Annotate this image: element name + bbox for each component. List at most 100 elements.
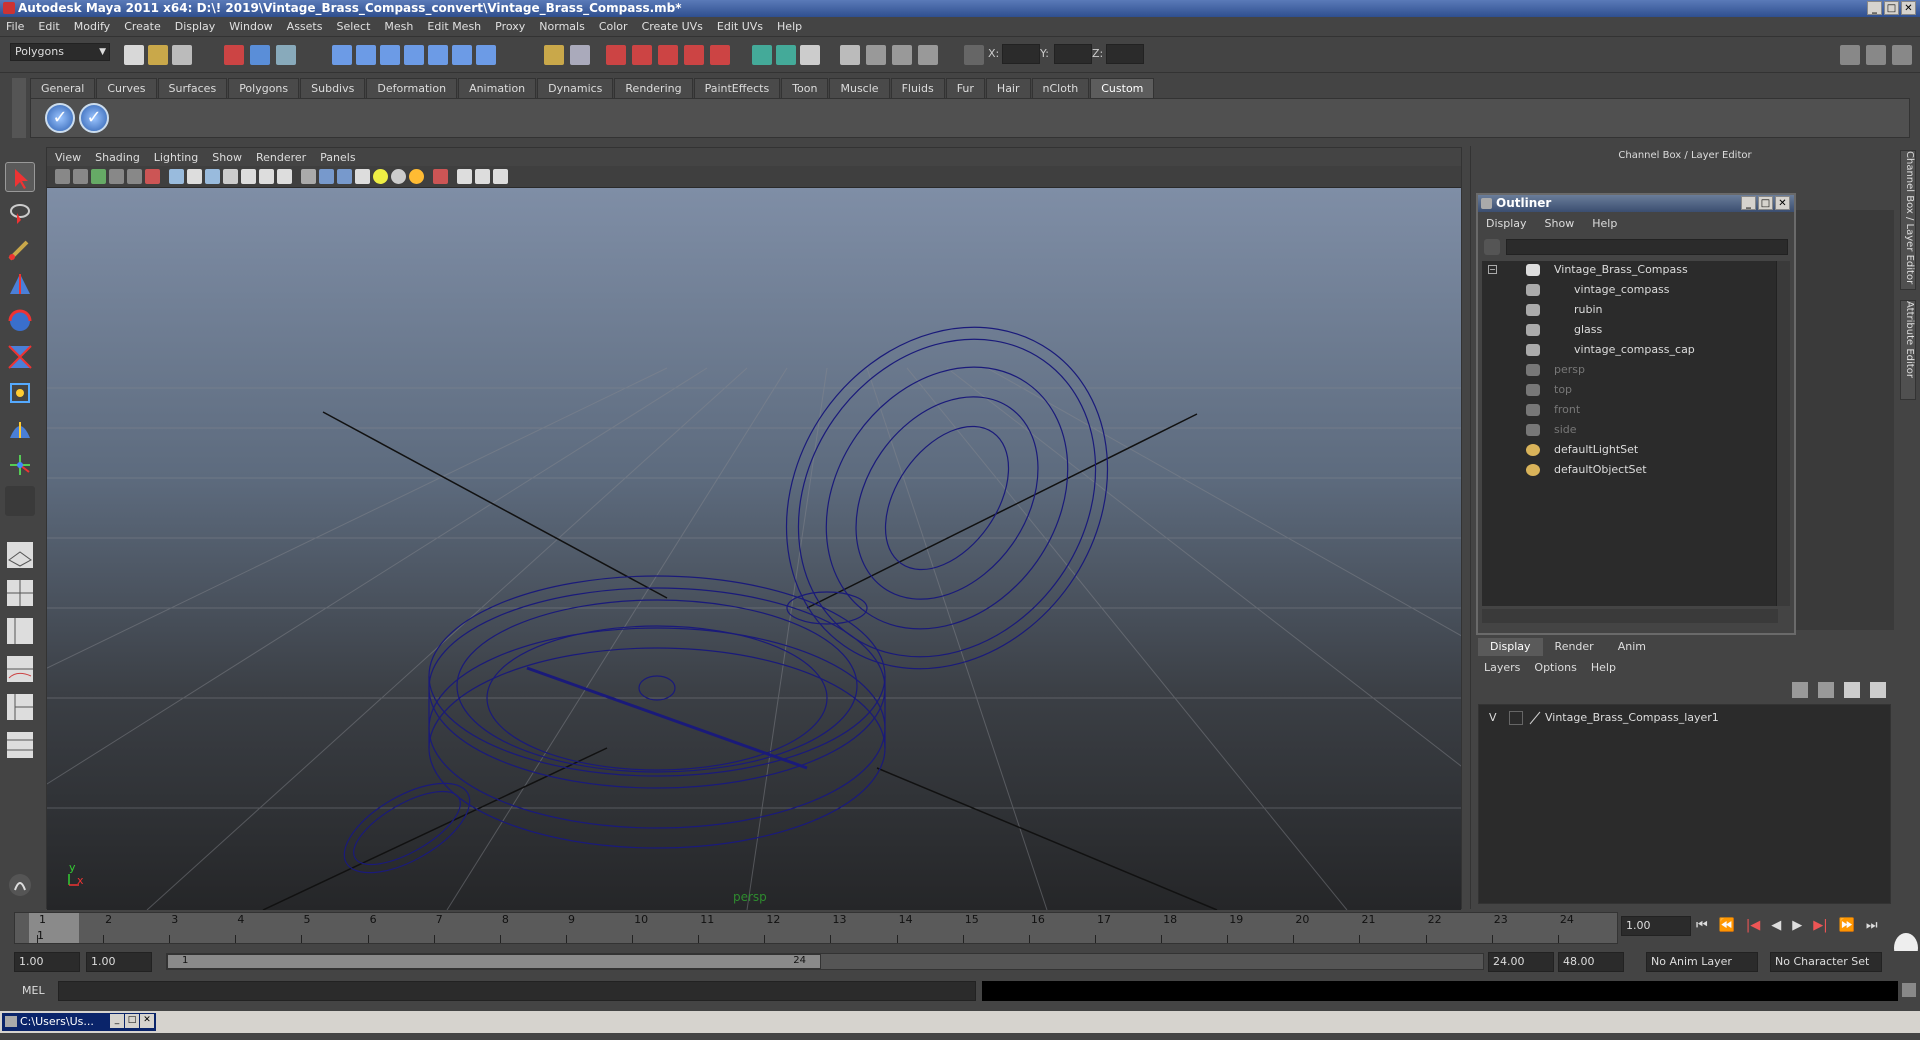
universal-manipulator-icon[interactable] bbox=[5, 378, 35, 408]
menu-modify[interactable]: Modify bbox=[74, 20, 110, 33]
step-forward-key-icon[interactable]: ⏩ bbox=[1839, 918, 1855, 936]
snap-point-icon[interactable] bbox=[380, 45, 400, 65]
smooth-shade-icon[interactable] bbox=[205, 169, 220, 184]
attribute-editor-side-tab[interactable]: Attribute Editor bbox=[1900, 300, 1916, 400]
move-tool-icon[interactable] bbox=[5, 270, 35, 300]
list-item[interactable]: defaultLightSet bbox=[1482, 441, 1778, 459]
render-settings-icon[interactable] bbox=[684, 45, 704, 65]
relative-transform-icon[interactable] bbox=[918, 45, 938, 65]
layer-tab-anim[interactable]: Anim bbox=[1605, 638, 1658, 656]
minimize-button[interactable]: _ bbox=[1867, 1, 1882, 15]
viewport-menu-panels[interactable]: Panels bbox=[320, 151, 355, 164]
hypershade-icon[interactable] bbox=[710, 45, 730, 65]
four-view-layout-icon[interactable] bbox=[5, 578, 35, 608]
outliner-minimize-button[interactable]: _ bbox=[1741, 196, 1756, 210]
new-layer-selected-icon[interactable] bbox=[1870, 682, 1886, 698]
menu-edit[interactable]: Edit bbox=[38, 20, 59, 33]
list-item[interactable]: vintage_compass_cap bbox=[1482, 341, 1778, 359]
last-tool-used-icon[interactable] bbox=[5, 486, 35, 516]
make-live-icon[interactable] bbox=[428, 45, 448, 65]
scale-tool-icon[interactable] bbox=[5, 342, 35, 372]
frame-all-icon[interactable] bbox=[475, 169, 490, 184]
flat-shade-icon[interactable] bbox=[223, 169, 238, 184]
shelf-tab-subdivs[interactable]: Subdivs bbox=[300, 78, 366, 98]
outliner-menu-show[interactable]: Show bbox=[1545, 217, 1575, 230]
select-object-icon[interactable] bbox=[250, 45, 270, 65]
range-slider-handle[interactable]: 1 24 bbox=[167, 954, 821, 969]
lasso-tool-icon[interactable] bbox=[5, 198, 35, 228]
image-plane-icon[interactable] bbox=[109, 169, 124, 184]
shelf-tab-polygons[interactable]: Polygons bbox=[228, 78, 300, 98]
list-item[interactable]: defaultObjectSet bbox=[1482, 461, 1778, 479]
play-forwards-icon[interactable]: ▶ bbox=[1792, 918, 1802, 936]
wireframe-icon[interactable] bbox=[169, 169, 184, 184]
shelf-tab-rendering[interactable]: Rendering bbox=[614, 78, 693, 98]
layer-tab-display[interactable]: Display bbox=[1478, 638, 1543, 656]
menu-color[interactable]: Color bbox=[599, 20, 628, 33]
check-icon[interactable]: ✓ bbox=[79, 103, 109, 133]
bounding-box-icon[interactable] bbox=[241, 169, 256, 184]
shelf-tab-dynamics[interactable]: Dynamics bbox=[537, 78, 614, 98]
outliner-horizontal-scrollbar[interactable] bbox=[1482, 609, 1778, 623]
single-perspective-layout-icon[interactable] bbox=[5, 540, 35, 570]
new-scene-icon[interactable] bbox=[124, 45, 144, 65]
channel-box-toggle-icon[interactable] bbox=[1840, 45, 1860, 65]
step-forward-frame-icon[interactable]: ▶| bbox=[1813, 918, 1827, 936]
toolbox-collapse-handle[interactable] bbox=[5, 770, 35, 784]
absolute-transform-icon[interactable] bbox=[964, 45, 984, 65]
filter-icon[interactable] bbox=[1484, 239, 1500, 255]
select-hierarchy-icon[interactable] bbox=[224, 45, 244, 65]
menu-display[interactable]: Display bbox=[175, 20, 216, 33]
tool-settings-toggle-icon[interactable] bbox=[1892, 45, 1912, 65]
shelf-tab-deformation[interactable]: Deformation bbox=[366, 78, 458, 98]
menu-select[interactable]: Select bbox=[336, 20, 370, 33]
list-item[interactable]: vintage_compass bbox=[1482, 281, 1778, 299]
outliner-menu-display[interactable]: Display bbox=[1486, 217, 1527, 230]
viewport-menu-lighting[interactable]: Lighting bbox=[154, 151, 198, 164]
menu-assets[interactable]: Assets bbox=[287, 20, 323, 33]
attribute-editor-toggle-icon[interactable] bbox=[1866, 45, 1886, 65]
paint-select-tool-icon[interactable] bbox=[5, 234, 35, 264]
shelf-tab-general[interactable]: General bbox=[30, 78, 96, 98]
menu-mesh[interactable]: Mesh bbox=[384, 20, 413, 33]
shelf-tab-fur[interactable]: Fur bbox=[945, 78, 985, 98]
x-field[interactable] bbox=[1002, 44, 1040, 64]
end-time-field[interactable]: 48.00 bbox=[1558, 952, 1624, 972]
move-layer-down-icon[interactable] bbox=[1818, 682, 1834, 698]
layer-row[interactable]: V Vintage_Brass_Compass_layer1 bbox=[1483, 709, 1888, 727]
grid-icon[interactable] bbox=[187, 169, 202, 184]
ipr-render-icon[interactable] bbox=[658, 45, 678, 65]
menu-window[interactable]: Window bbox=[229, 20, 272, 33]
outliner-title-bar[interactable]: Outliner _ □ ✕ bbox=[1478, 195, 1794, 212]
outliner-search-input[interactable] bbox=[1506, 239, 1788, 255]
shelf-menu-handle[interactable] bbox=[12, 78, 26, 138]
outliner-close-button[interactable]: ✕ bbox=[1775, 196, 1790, 210]
shadows-icon[interactable] bbox=[319, 169, 334, 184]
check-icon[interactable]: ✓ bbox=[45, 103, 75, 133]
range-slider-track[interactable]: 1 24 bbox=[166, 953, 1484, 970]
menu-set-dropdown[interactable]: Polygons ▼ bbox=[10, 43, 110, 61]
move-layer-up-icon[interactable] bbox=[1792, 682, 1808, 698]
viewport-menu-renderer[interactable]: Renderer bbox=[256, 151, 306, 164]
z-field[interactable] bbox=[1106, 44, 1144, 64]
xray-icon[interactable] bbox=[259, 169, 274, 184]
camera-attributes-icon[interactable] bbox=[73, 169, 88, 184]
hypergraph-icon[interactable] bbox=[892, 45, 912, 65]
resolution-gate-icon[interactable] bbox=[145, 169, 160, 184]
menu-create-uvs[interactable]: Create UVs bbox=[642, 20, 703, 33]
go-to-start-icon[interactable]: ⏮ bbox=[1696, 918, 1708, 936]
isolate-select-icon[interactable] bbox=[433, 169, 448, 184]
step-back-frame-icon[interactable]: |◀ bbox=[1746, 918, 1760, 936]
script-editor-icon[interactable] bbox=[1902, 983, 1916, 997]
persp-outliner-layout-icon[interactable] bbox=[5, 616, 35, 646]
frame-selected-icon[interactable] bbox=[493, 169, 508, 184]
character-set-dropdown[interactable]: No Character Set bbox=[1770, 952, 1882, 972]
persp-graph-hypergraph-layout-icon[interactable] bbox=[5, 730, 35, 760]
go-to-end-icon[interactable]: ⏭ bbox=[1866, 918, 1878, 936]
select-camera-icon[interactable] bbox=[55, 169, 70, 184]
snap-grid-icon[interactable] bbox=[332, 45, 352, 65]
default-light-icon[interactable] bbox=[373, 169, 388, 184]
outliner-menu-help[interactable]: Help bbox=[1592, 217, 1617, 230]
shelf-tab-custom[interactable]: Custom bbox=[1090, 78, 1155, 98]
menu-proxy[interactable]: Proxy bbox=[495, 20, 525, 33]
